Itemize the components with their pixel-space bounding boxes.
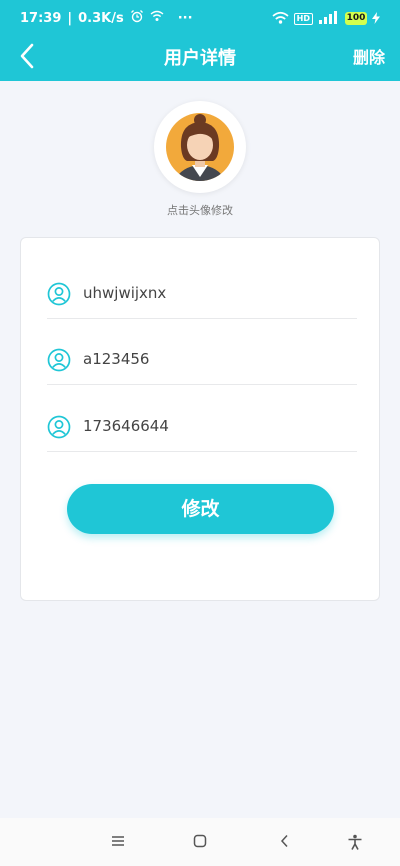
avatar-hint: 点击头像修改 <box>167 204 233 217</box>
header-bar: 17:39 | 0.3K/s ··· HD 100 用户详情 删除 <box>0 0 400 81</box>
charging-icon <box>372 9 380 28</box>
user-icon <box>47 415 71 439</box>
wifi-icon <box>272 9 289 28</box>
password-field[interactable]: a123456 <box>47 336 357 385</box>
user-avatar-icon <box>166 113 234 181</box>
hd-badge: HD <box>293 12 313 25</box>
username-value: uhwjwijxnx <box>83 284 167 302</box>
wifi-small-icon <box>150 10 164 26</box>
signal-icon <box>318 9 340 28</box>
status-bar: 17:39 | 0.3K/s ··· HD 100 <box>0 0 400 34</box>
battery-indicator: 100 <box>345 12 367 25</box>
user-icon <box>47 348 71 372</box>
accessibility-icon[interactable] <box>347 834 363 850</box>
phone-value: 173646644 <box>83 417 169 435</box>
phone-field[interactable]: 173646644 <box>47 403 357 452</box>
username-field[interactable]: uhwjwijxnx <box>47 270 357 319</box>
user-icon <box>47 282 71 306</box>
status-time: 17:39 <box>20 10 62 26</box>
home-icon[interactable] <box>193 834 207 848</box>
status-left: 17:39 | 0.3K/s ··· <box>20 9 193 27</box>
delete-button[interactable]: 删除 <box>353 44 385 68</box>
nav-bar: 用户详情 删除 <box>0 34 400 78</box>
password-value: a123456 <box>83 350 150 368</box>
page-title: 用户详情 <box>164 48 236 69</box>
menu-icon[interactable] <box>111 834 125 848</box>
modify-button[interactable]: 修改 <box>67 484 334 534</box>
avatar[interactable] <box>154 101 246 193</box>
status-speed: 0.3K/s <box>78 10 124 26</box>
back-nav-icon[interactable] <box>278 834 292 848</box>
status-separator: | <box>67 10 73 26</box>
alarm-icon <box>130 9 144 27</box>
status-more: ··· <box>177 10 193 26</box>
user-form-card: uhwjwijxnx a123456 173646644 修改 <box>20 237 380 601</box>
system-nav-bar <box>0 818 400 866</box>
status-right: HD 100 <box>272 9 380 28</box>
